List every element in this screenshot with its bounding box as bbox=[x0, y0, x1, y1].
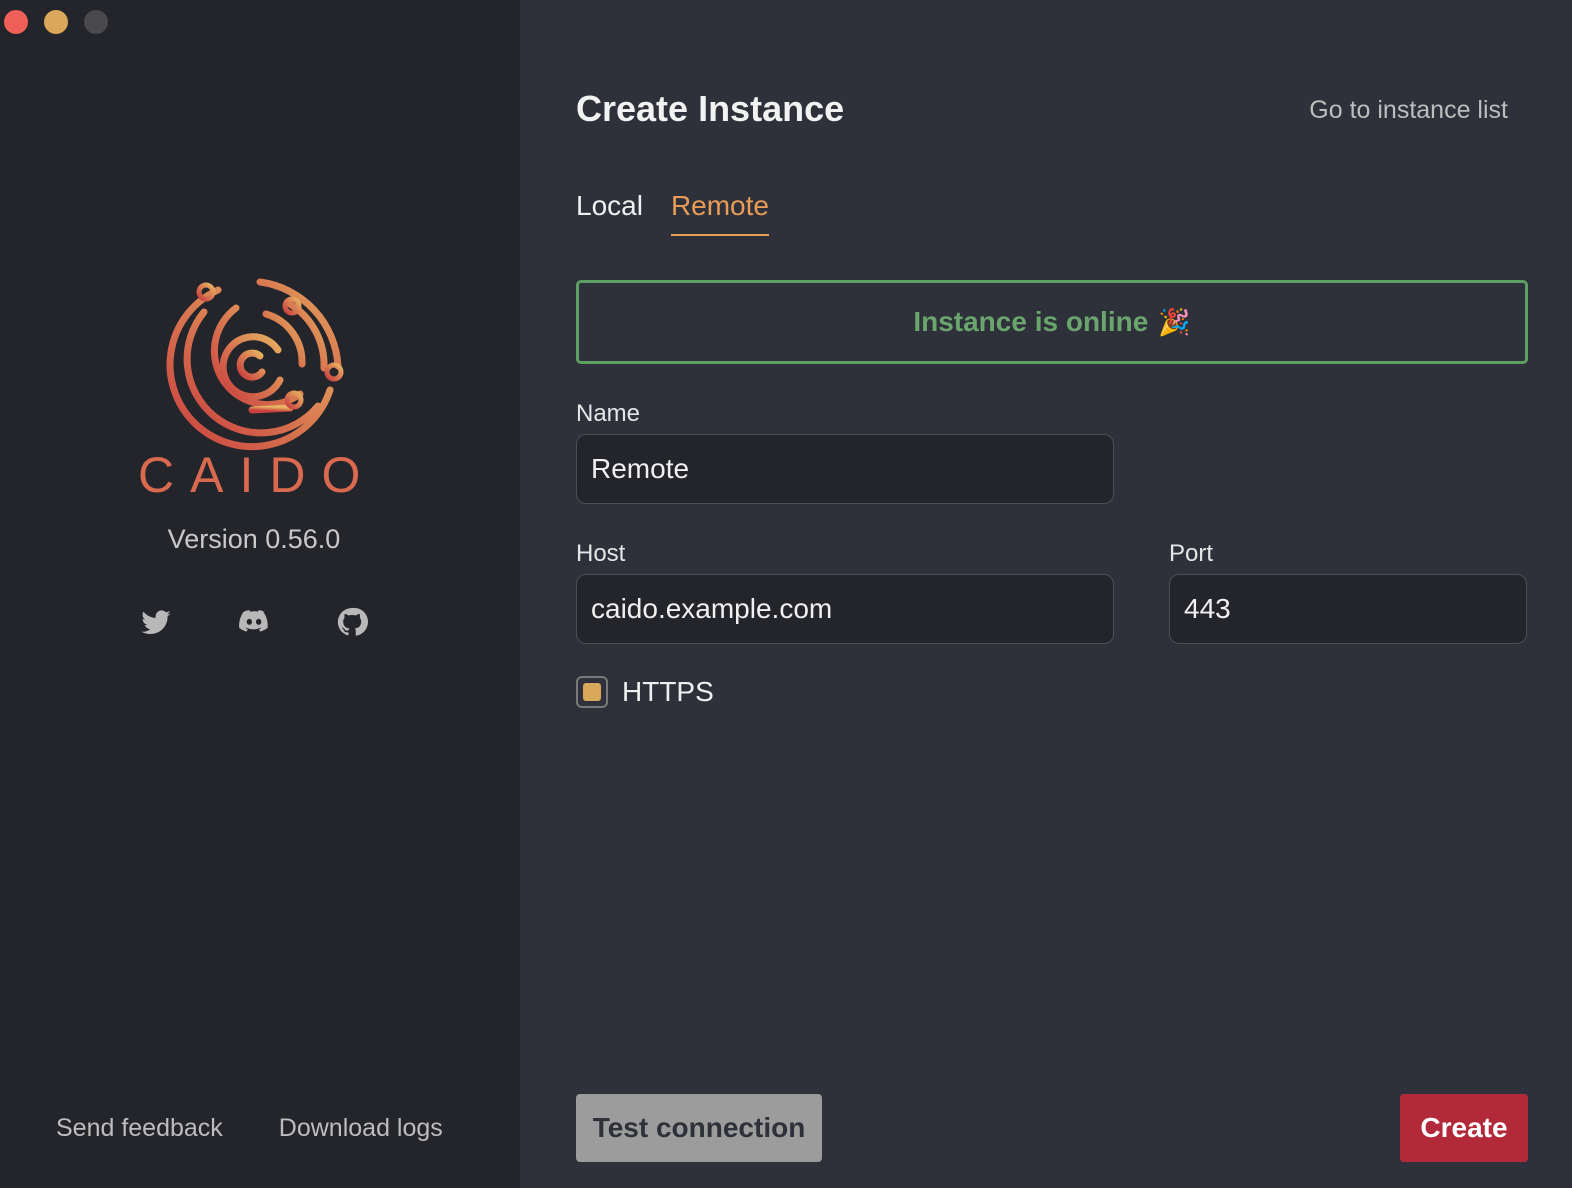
https-checkbox[interactable] bbox=[576, 676, 608, 708]
name-input[interactable]: Remote bbox=[576, 434, 1114, 504]
tab-local[interactable]: Local bbox=[576, 190, 643, 236]
page-title: Create Instance bbox=[576, 88, 845, 129]
party-icon: 🎉 bbox=[1158, 306, 1191, 337]
host-label: Host bbox=[576, 540, 626, 567]
send-feedback-link[interactable]: Send feedback bbox=[56, 1114, 223, 1143]
minimize-window-button[interactable] bbox=[44, 10, 68, 34]
logo-wordmark: CAIDO bbox=[138, 447, 377, 503]
go-to-instance-list-link[interactable]: Go to instance list bbox=[1309, 96, 1508, 125]
port-input[interactable]: 443 bbox=[1169, 574, 1527, 644]
sidebar-footer: Send feedback Download logs bbox=[56, 1114, 443, 1143]
download-logs-link[interactable]: Download logs bbox=[279, 1114, 443, 1143]
window-controls bbox=[4, 10, 108, 34]
instance-type-tabs: Local Remote bbox=[576, 190, 769, 236]
twitter-icon[interactable] bbox=[140, 606, 172, 638]
https-option: HTTPS bbox=[576, 676, 714, 708]
github-icon[interactable] bbox=[336, 606, 368, 638]
main-panel: Create Instance Go to instance list Loca… bbox=[520, 0, 1572, 1188]
close-window-button[interactable] bbox=[4, 10, 28, 34]
discord-icon[interactable] bbox=[238, 606, 270, 638]
sidebar: CAIDO Version 0.56.0 Send feedback Downl… bbox=[0, 0, 520, 1188]
name-label: Name bbox=[576, 400, 641, 427]
https-label: HTTPS bbox=[622, 676, 714, 707]
host-input[interactable]: caido.example.com bbox=[576, 574, 1114, 644]
port-label: Port bbox=[1169, 540, 1214, 567]
status-banner: Instance is online 🎉 bbox=[576, 280, 1528, 364]
checkbox-checked-mark bbox=[583, 683, 601, 701]
status-text: Instance is online bbox=[913, 306, 1149, 337]
version-label: Version 0.56.0 bbox=[167, 524, 341, 554]
social-links bbox=[140, 606, 368, 638]
tab-remote[interactable]: Remote bbox=[670, 190, 769, 236]
maximize-window-button[interactable] bbox=[84, 10, 108, 34]
create-button[interactable]: Create bbox=[1400, 1094, 1528, 1162]
test-connection-button[interactable]: Test connection bbox=[576, 1094, 822, 1162]
